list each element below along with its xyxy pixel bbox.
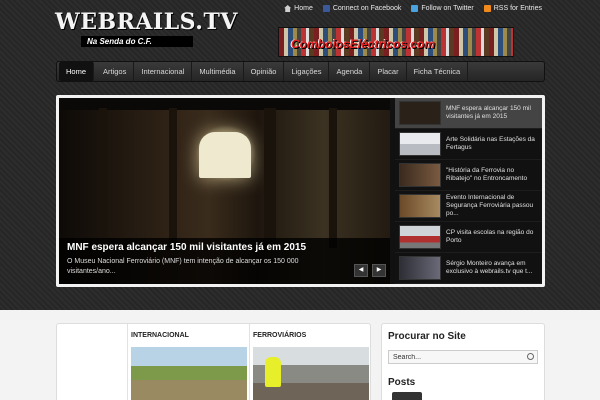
nav-item-internacional[interactable]: Internacional (134, 62, 193, 81)
slide-item-title: Sérgio Monteiro avança em exclusivo à we… (446, 260, 533, 275)
logo-subtitle: Na Senda do C.F. (81, 36, 193, 47)
top-link-label: Home (294, 5, 313, 12)
slide-image-beam (59, 98, 390, 110)
slide-list-item[interactable]: "História da Ferrovia no Ribatejo" no En… (395, 160, 542, 191)
nav-item-placar[interactable]: Placar (370, 62, 407, 81)
content-area: INTERNACIONAL FERROVIÁRIOS (56, 323, 371, 400)
nav-item-artigos[interactable]: Artigos (96, 62, 135, 81)
slide-thumbnail (399, 225, 441, 249)
top-link-rss[interactable]: RSS for Entries (483, 5, 542, 12)
top-link-label: RSS for Entries (493, 5, 542, 12)
slide-thumbnail (399, 132, 441, 156)
slide-image-column (329, 108, 337, 248)
nav-item-agenda[interactable]: Agenda (329, 62, 371, 81)
nav-item-opiniao[interactable]: Opinião (244, 62, 285, 81)
top-link-label: Follow on Twitter (421, 5, 474, 12)
nav-item-multimedia[interactable]: Multimédia (192, 62, 244, 81)
slide-item-title: CP visita escolas na região do Porto (446, 229, 534, 244)
slide-list: MNF espera alcançar 150 mil visitantes j… (395, 98, 542, 284)
search-input[interactable] (388, 350, 538, 364)
twitter-icon (411, 5, 419, 12)
category-title-ferroviarios[interactable]: FERROVIÁRIOS (253, 332, 306, 339)
slide-list-item[interactable]: Evento Internacional de Segurança Ferrov… (395, 191, 542, 222)
slide-caption: MNF espera alcançar 150 mil visitantes j… (59, 238, 390, 284)
slide-image-column (99, 108, 107, 248)
category-image-ferroviarios[interactable] (253, 347, 369, 400)
logo-title: WEBRAILS.TV (55, 9, 238, 35)
top-links: Home Connect on Facebook Follow on Twitt… (284, 5, 542, 12)
top-link-facebook[interactable]: Connect on Facebook (322, 5, 402, 12)
nav-item-ligacoes[interactable]: Ligações (284, 62, 330, 81)
worker-figure (265, 357, 281, 387)
nav-item-home[interactable]: Home (59, 62, 95, 81)
slide-image-column (169, 108, 177, 248)
posts-widget-title: Posts (388, 377, 416, 388)
featured-slide-image[interactable]: MNF espera alcançar 150 mil visitantes j… (59, 98, 390, 284)
featured-slider: MNF espera alcançar 150 mil visitantes j… (56, 95, 545, 287)
slide-title[interactable]: MNF espera alcançar 150 mil visitantes j… (67, 242, 382, 253)
slide-thumbnail (399, 101, 441, 125)
slide-item-title: MNF espera alcançar 150 mil visitantes j… (446, 105, 531, 120)
slide-image-column (264, 108, 276, 248)
column-divider (249, 324, 250, 400)
slide-excerpt: O Museu Nacional Ferroviário (MNF) tem i… (67, 258, 299, 275)
site-logo[interactable]: WEBRAILS.TV Na Senda do C.F. (55, 9, 238, 47)
column-divider (127, 324, 128, 400)
slide-item-title: Evento Internacional de Segurança Ferrov… (446, 194, 534, 217)
posts-tab[interactable] (392, 392, 422, 400)
slide-item-title: "História da Ferrovia no Ribatejo" no En… (446, 167, 528, 182)
slider-prev-button[interactable]: ◀ (354, 264, 368, 277)
search-icon[interactable] (527, 353, 534, 360)
home-icon (284, 5, 292, 12)
top-link-label: Connect on Facebook (332, 5, 402, 12)
category-title-internacional[interactable]: INTERNACIONAL (131, 332, 189, 339)
main-nav: Home Artigos Internacional Multimédia Op… (56, 61, 545, 82)
slide-thumbnail (399, 163, 441, 187)
slide-list-item[interactable]: Arte Solidária nas Estações da Fertagus (395, 129, 542, 160)
banner-text: ComboiosEléctricos.com (291, 37, 436, 51)
nav-item-ficha-tecnica[interactable]: Ficha Técnica (407, 62, 469, 81)
search-widget-title: Procurar no Site (388, 331, 466, 342)
slider-next-button[interactable]: ▶ (372, 264, 386, 277)
slide-thumbnail (399, 256, 441, 280)
slide-list-item[interactable]: MNF espera alcançar 150 mil visitantes j… (395, 98, 542, 129)
top-link-home[interactable]: Home (284, 5, 313, 12)
sidebar: Procurar no Site Posts (381, 323, 545, 400)
header-banner-ad[interactable]: ComboiosEléctricos.com (278, 27, 514, 57)
slide-image-window (199, 132, 251, 178)
rss-icon (483, 5, 491, 12)
top-link-twitter[interactable]: Follow on Twitter (411, 5, 474, 12)
slide-item-title: Arte Solidária nas Estações da Fertagus (446, 136, 535, 151)
facebook-icon (322, 5, 330, 12)
slide-thumbnail (399, 194, 441, 218)
category-image-internacional[interactable] (131, 347, 247, 400)
slide-list-item[interactable]: Sérgio Monteiro avança em exclusivo à we… (395, 253, 542, 284)
slide-list-item[interactable]: CP visita escolas na região do Porto (395, 222, 542, 253)
